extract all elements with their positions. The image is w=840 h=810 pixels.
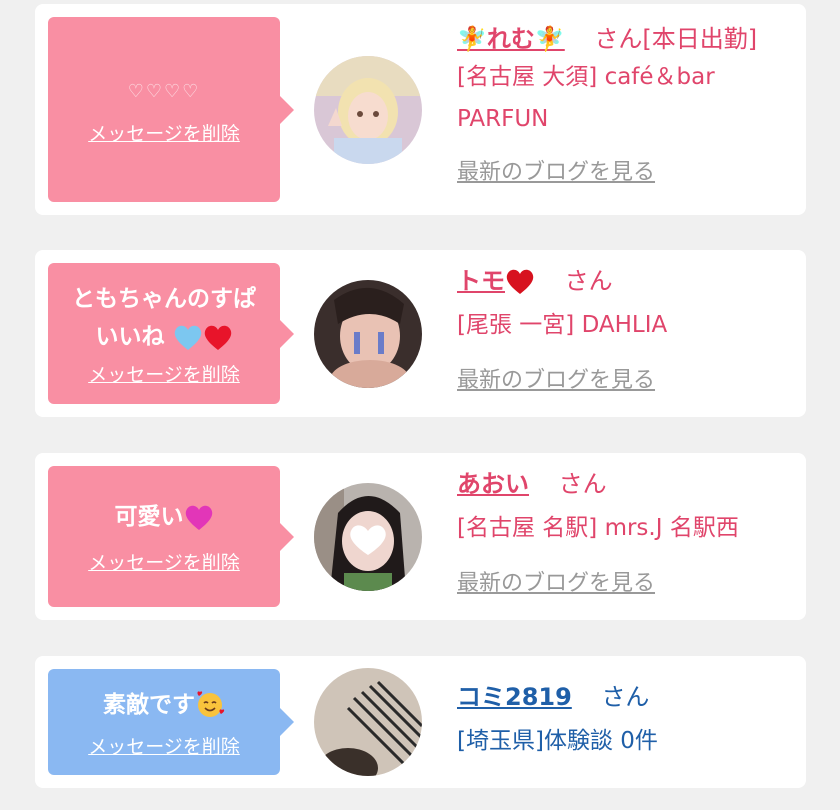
message-text-content: 素敵です — [103, 691, 195, 718]
heart-red-icon — [204, 325, 231, 350]
avatar[interactable] — [314, 56, 422, 164]
avatar-photo — [314, 280, 422, 388]
message-card: ともちゃんのすぱ いいね メッセージを削除 トモ さん [尾張 一宮] DAHL… — [35, 250, 806, 417]
message-text-content: 可愛い — [114, 504, 184, 530]
heart-red-icon — [506, 269, 534, 294]
delete-message-link[interactable]: メッセージを削除 — [88, 360, 240, 387]
avatar[interactable] — [314, 668, 422, 776]
honorific: さん — [564, 267, 613, 295]
shop-name-cont: PARFUN — [457, 106, 549, 132]
latest-blog-link[interactable]: 最新のブログを見る — [457, 362, 794, 394]
message-text-line2: いいね — [95, 318, 232, 356]
message-bubble: ♡♡♡♡ メッセージを削除 — [48, 17, 294, 202]
honorific: さん — [594, 25, 643, 53]
cast-name-link[interactable]: 🧚れむ🧚 — [457, 25, 565, 53]
cast-info: コミ2819 さん [埼玉県]体験談 0件 — [457, 680, 794, 762]
message-text-line1: ともちゃんのすぱ — [72, 286, 256, 312]
message-bubble: 素敵です メッセージを削除 — [48, 669, 294, 775]
shop-name: [名古屋 名駅] mrs.J 名駅西 — [457, 515, 739, 541]
smiling-face-hearts-icon — [197, 691, 225, 717]
review-count: [埼玉県]体験談 0件 — [457, 728, 658, 754]
message-bubble: ともちゃんのすぱ いいね メッセージを削除 — [48, 263, 294, 404]
message-card: ♡♡♡♡ メッセージを削除 🧚れむ🧚 さん[本日出勤] [名古屋 大須] caf… — [35, 4, 806, 215]
latest-blog-link[interactable]: 最新のブログを見る — [457, 154, 794, 186]
heart-pink-icon — [185, 505, 212, 530]
message-text-line2-text: いいね — [95, 324, 165, 350]
message-text: 可愛い — [115, 498, 214, 536]
message-text: 素敵です — [103, 686, 225, 724]
message-card: 可愛い メッセージを削除 あおい さん [名古屋 名駅] mrs.J 名駅西 最… — [35, 453, 806, 620]
latest-blog-link[interactable]: 最新のブログを見る — [457, 565, 794, 597]
cast-info: 🧚れむ🧚 さん[本日出勤] [名古屋 大須] café＆bar PARFUN 最… — [457, 22, 794, 186]
cast-name-link[interactable]: トモ — [457, 267, 535, 295]
honorific: さん — [558, 470, 607, 498]
message-bubble: 可愛い メッセージを削除 — [48, 466, 294, 607]
delete-message-link[interactable]: メッセージを削除 — [88, 548, 240, 575]
message-card: 素敵です メッセージを削除 コミ2819 さん [埼玉県]体験談 0件 — [35, 656, 806, 788]
cast-name-link[interactable]: あおい — [457, 470, 529, 498]
cast-info: トモ さん [尾張 一宮] DAHLIA 最新のブログを見る — [457, 264, 794, 394]
avatar[interactable] — [314, 280, 422, 388]
message-text: ♡♡♡♡ — [127, 81, 201, 102]
delete-message-link[interactable]: メッセージを削除 — [88, 732, 240, 759]
delete-message-link[interactable]: メッセージを削除 — [88, 119, 240, 146]
status-label: [本日出勤] — [642, 25, 758, 53]
honorific: さん — [601, 683, 650, 711]
cast-info: あおい さん [名古屋 名駅] mrs.J 名駅西 最新のブログを見る — [457, 467, 794, 597]
cast-name-text: トモ — [457, 267, 505, 295]
heart-light-blue-icon — [174, 325, 201, 350]
user-name-link[interactable]: コミ2819 — [457, 683, 572, 711]
avatar-photo — [314, 56, 422, 164]
avatar[interactable] — [314, 483, 422, 591]
avatar-photo — [314, 483, 422, 591]
avatar-photo — [314, 668, 422, 776]
shop-name: [尾張 一宮] DAHLIA — [457, 312, 668, 338]
shop-name: [名古屋 大須] café＆bar — [457, 64, 715, 90]
